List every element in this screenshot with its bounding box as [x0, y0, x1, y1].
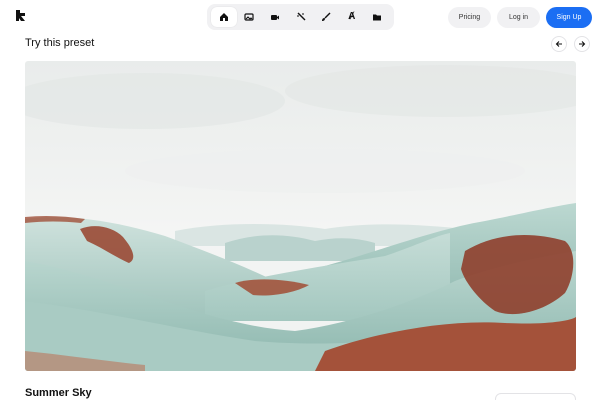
- image-icon: [244, 13, 254, 21]
- brush-icon: [322, 12, 331, 21]
- preset-action-card[interactable]: [495, 393, 576, 400]
- landscape-illustration: [25, 61, 576, 371]
- login-button[interactable]: Log in: [497, 7, 540, 28]
- preset-name: Summer Sky: [25, 387, 92, 399]
- tool-switcher: Ⱥ: [207, 4, 394, 30]
- folder-tool-button[interactable]: [364, 7, 390, 27]
- text-icon: Ⱥ: [348, 11, 356, 22]
- video-tool-button[interactable]: [262, 7, 288, 27]
- home-icon: [219, 13, 228, 21]
- arrow-left-icon: [555, 41, 562, 47]
- pricing-button[interactable]: Pricing: [448, 7, 491, 28]
- signup-button[interactable]: Sign Up: [546, 7, 592, 28]
- magic-tool-button[interactable]: [288, 7, 314, 27]
- section-title: Try this preset: [25, 37, 95, 49]
- arrow-right-icon: [579, 41, 586, 47]
- video-icon: [270, 15, 279, 20]
- account-nav: Pricing Log in Sign Up: [448, 7, 592, 28]
- preset-preview-image[interactable]: [25, 61, 576, 371]
- next-button[interactable]: [574, 36, 590, 52]
- home-tool-button[interactable]: [211, 7, 237, 27]
- text-tool-button[interactable]: Ⱥ: [339, 7, 365, 27]
- previous-button[interactable]: [551, 36, 567, 52]
- brush-tool-button[interactable]: [313, 7, 339, 27]
- magic-wand-icon: [296, 12, 306, 21]
- top-bar: Ⱥ Pricing Log in Sign Up: [0, 0, 600, 36]
- carousel-controls: [551, 36, 590, 52]
- image-tool-button[interactable]: [237, 7, 263, 27]
- brand-logo-icon[interactable]: [16, 10, 25, 21]
- folder-icon: [373, 14, 382, 21]
